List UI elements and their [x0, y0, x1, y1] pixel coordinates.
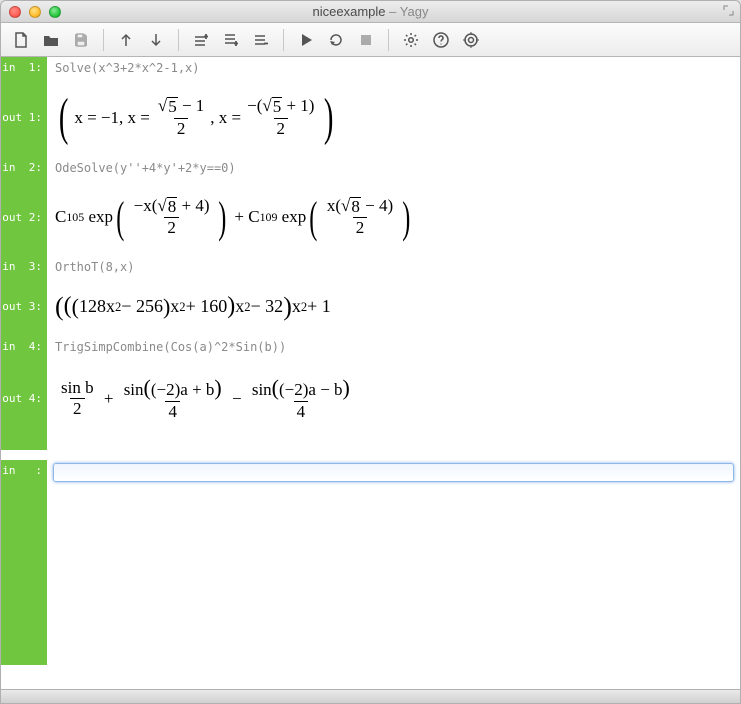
cell-output: ( x = −1, x = 5 − 1 2 , x = −(5 + 1) 2 ): [47, 79, 740, 157]
cell-4-input-row: in 4: TrigSimpCombine(Cos(a)^2*Sin(b)): [1, 336, 740, 358]
cell-2-input-row: in 2: OdeSolve(y''+4*y'+2*y==0): [1, 157, 740, 179]
remove-cell-button[interactable]: [247, 27, 275, 53]
gutter-fill: [1, 485, 47, 665]
close-window-button[interactable]: [9, 6, 21, 18]
cell-fill: [47, 485, 740, 665]
in-label: in 4:: [1, 336, 47, 358]
in-label: in 3:: [1, 256, 47, 278]
new-file-button[interactable]: [7, 27, 35, 53]
document-name: niceexample: [313, 4, 386, 19]
cell-input-code[interactable]: Solve(x^3+2*x^2-1,x): [47, 57, 740, 79]
toolbar: [1, 23, 740, 57]
help-button[interactable]: [427, 27, 455, 53]
in-label: in 2:: [1, 157, 47, 179]
out-label: out 4:: [1, 358, 47, 440]
inspect-button[interactable]: [457, 27, 485, 53]
out-label: out 2:: [1, 179, 47, 256]
move-down-button[interactable]: [142, 27, 170, 53]
cell-2-output-row: out 2: C105 exp ( −x(8 + 4) 2 ) + C109 e…: [1, 179, 740, 256]
cell-spacer: [47, 440, 740, 460]
save-file-button[interactable]: [67, 27, 95, 53]
active-input-cell: [47, 460, 740, 485]
insert-below-button[interactable]: [217, 27, 245, 53]
cell-output: C105 exp ( −x(8 + 4) 2 ) + C109 exp ( x(…: [47, 179, 740, 256]
cell-1-input-row: in 1: Solve(x^3+2*x^2-1,x): [1, 57, 740, 79]
cell-4-output-row: out 4: sin b2 + sin((−2)a + b)4 − sin((−…: [1, 358, 740, 440]
minimize-window-button[interactable]: [29, 6, 41, 18]
stop-button[interactable]: [352, 27, 380, 53]
cell-input-code[interactable]: OdeSolve(y''+4*y'+2*y==0): [47, 157, 740, 179]
window-controls: [9, 6, 61, 18]
status-bar: [1, 689, 740, 703]
insert-above-button[interactable]: [187, 27, 215, 53]
out-label: out 1:: [1, 79, 47, 157]
app-name: Yagy: [400, 4, 429, 19]
settings-button[interactable]: [397, 27, 425, 53]
cell-output: sin b2 + sin((−2)a + b)4 − sin((−2)a − b…: [47, 358, 740, 440]
command-input[interactable]: [53, 463, 734, 482]
move-up-button[interactable]: [112, 27, 140, 53]
in-label: in 1:: [1, 57, 47, 79]
zoom-window-button[interactable]: [49, 6, 61, 18]
expand-icon[interactable]: [723, 5, 734, 19]
run-button[interactable]: [292, 27, 320, 53]
titlebar: niceexample – Yagy: [1, 1, 740, 23]
in-label: in :: [1, 460, 47, 485]
out-label: out 3:: [1, 278, 47, 336]
cell-input-code[interactable]: OrthoT(8,x): [47, 256, 740, 278]
active-input-row: in :: [1, 460, 740, 485]
empty-area: [1, 485, 740, 665]
cell-3-output-row: out 3: (((128x2 − 256)x2 + 160)x2 − 32)x…: [1, 278, 740, 336]
rerun-button[interactable]: [322, 27, 350, 53]
notebook[interactable]: in 1: Solve(x^3+2*x^2-1,x) out 1: ( x = …: [1, 57, 740, 689]
gutter-spacer: [1, 440, 47, 450]
cell-input-code[interactable]: TrigSimpCombine(Cos(a)^2*Sin(b)): [47, 336, 740, 358]
window-title: niceexample – Yagy: [1, 4, 740, 19]
spacer-row: [1, 440, 740, 460]
cell-output: (((128x2 − 256)x2 + 160)x2 − 32)x2 + 1: [47, 278, 740, 336]
cell-3-input-row: in 3: OrthoT(8,x): [1, 256, 740, 278]
open-file-button[interactable]: [37, 27, 65, 53]
cell-1-output-row: out 1: ( x = −1, x = 5 − 1 2 , x = −(5 +…: [1, 79, 740, 157]
